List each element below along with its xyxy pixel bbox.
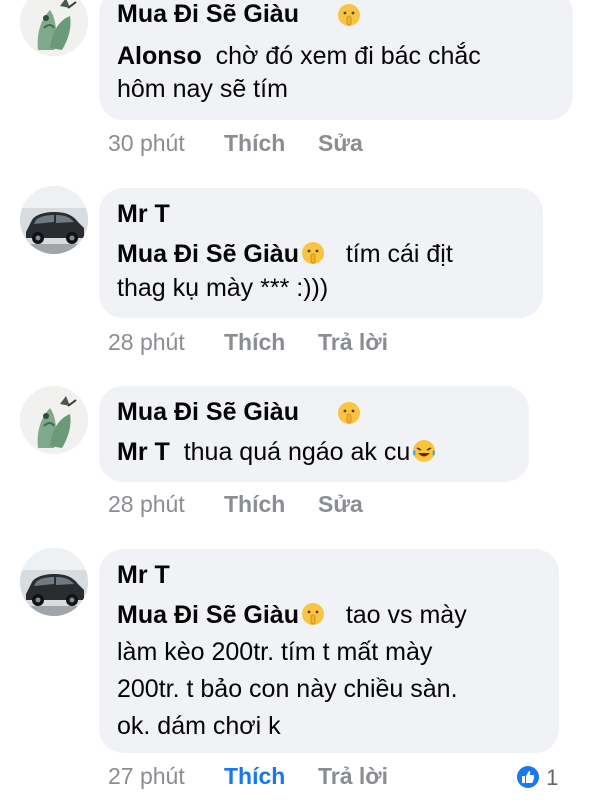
comment-bubble: Mua Đi Sẽ Giàu Mr T thua quá ngáo ak cu: [99, 386, 529, 482]
comment-time: 30 phút: [108, 130, 185, 156]
comment-author[interactable]: Mr T: [117, 561, 170, 590]
comment-author[interactable]: Mr T: [117, 200, 170, 229]
comment-text-line: Mua Đi Sẽ Giàu tao vs mày: [117, 601, 467, 629]
comment-time: 27 phút: [108, 763, 185, 789]
comment-text-line: ok. dám chơi k: [117, 712, 281, 740]
car-avatar-icon: [20, 548, 88, 616]
plant-art-avatar-icon: [20, 386, 88, 454]
shushing-face-icon: [301, 603, 324, 625]
comment-bubble: Mr T Mua Đi Sẽ Giàu tao vs mày làm kèo 2…: [99, 549, 559, 753]
comment-bubble: Mr T Mua Đi Sẽ Giàu tím cái địt thag kụ …: [99, 188, 543, 318]
reaction-summary[interactable]: 1: [516, 765, 558, 791]
comment-time: 28 phút: [108, 329, 185, 355]
mention-tag[interactable]: Mr T: [117, 438, 170, 466]
comment-author[interactable]: Mua Đi Sẽ Giàu: [117, 0, 299, 29]
thumbs-up-icon: [517, 766, 539, 788]
mention-tag[interactable]: Alonso: [117, 42, 202, 70]
avatar-mua-di-se-giau[interactable]: [20, 386, 88, 454]
like-button[interactable]: Thích: [224, 130, 285, 157]
comment-bubble: Mua Đi Sẽ Giàu Alonso chờ đó xem đi bác …: [99, 0, 573, 120]
comment-text-line: 200tr. t bảo con này chiều sàn.: [117, 675, 458, 703]
comment-text-line: thag kụ mày *** :))): [117, 274, 329, 302]
like-button[interactable]: Thích: [224, 329, 285, 356]
avatar-mr-t[interactable]: [20, 548, 88, 616]
comment-text-line: Mua Đi Sẽ Giàu tím cái địt: [117, 240, 453, 268]
reply-button[interactable]: Trả lời: [318, 329, 388, 356]
shushing-face-icon: [338, 4, 360, 26]
comment-time: 28 phút: [108, 491, 185, 517]
like-button[interactable]: Thích: [224, 491, 285, 518]
shushing-face-icon: [338, 402, 360, 424]
shushing-face-icon: [301, 242, 324, 264]
mention-tag[interactable]: Mua Đi Sẽ Giàu: [117, 601, 299, 629]
like-button[interactable]: Thích: [224, 763, 285, 790]
laughing-rolling-face-icon: [413, 440, 436, 462]
comment-text-line: hôm nay sẽ tím: [117, 75, 288, 103]
edit-button[interactable]: Sửa: [318, 130, 363, 157]
plant-art-avatar-icon: [20, 0, 88, 56]
avatar-mr-t[interactable]: [20, 186, 88, 254]
comment-author[interactable]: Mua Đi Sẽ Giàu: [117, 398, 299, 427]
avatar-mua-di-se-giau[interactable]: [20, 0, 88, 56]
comment-text-line: làm kèo 200tr. tím t mất mày: [117, 638, 433, 666]
comment-text-line: Alonso chờ đó xem đi bác chắc: [117, 42, 481, 70]
edit-button[interactable]: Sửa: [318, 491, 363, 518]
car-avatar-icon: [20, 186, 88, 254]
reaction-count: 1: [546, 765, 559, 790]
reply-button[interactable]: Trả lời: [318, 763, 388, 790]
comment-text-line: Mr T thua quá ngáo ak cu: [117, 438, 436, 467]
mention-tag[interactable]: Mua Đi Sẽ Giàu: [117, 240, 299, 268]
